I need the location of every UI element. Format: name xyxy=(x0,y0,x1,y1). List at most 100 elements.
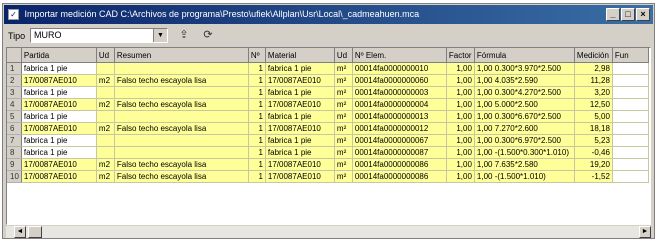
scroll-right-button[interactable]: ► xyxy=(639,226,651,238)
cell-formula[interactable]: 1,00 0.300*3.970*2.500 xyxy=(474,62,575,75)
cell-formula[interactable]: 1,00 4.035*2.590 xyxy=(474,74,575,87)
table-row[interactable]: 6 17/0087AE010 m2 Falso techo escayola lisa… xyxy=(7,122,649,135)
cell-nro[interactable]: 1 xyxy=(248,98,266,111)
table-row[interactable]: 5 fabrica 1 pie 1 fabrica 1 pie m² 00014fa000… xyxy=(7,110,649,123)
cell-fun[interactable] xyxy=(612,170,649,183)
title-bar[interactable]: ✓ Importar medición CAD C:\Archivos de p… xyxy=(4,5,653,24)
cell-partida[interactable]: fabrica 1 pie xyxy=(21,62,97,75)
cell-partida[interactable]: 17/0087AE010 xyxy=(21,122,97,135)
cell-formula[interactable]: 1,00 7.270*2.600 xyxy=(474,122,575,135)
column-header[interactable]: Ud xyxy=(334,48,353,63)
cell-ud2[interactable]: m² xyxy=(334,158,353,171)
cell-fun[interactable] xyxy=(612,134,649,147)
cell-ud2[interactable]: m² xyxy=(334,62,353,75)
table-row[interactable]: 8 fabrica 1 pie 1 fabrica 1 pie m² 00014fa000… xyxy=(7,146,649,159)
cell-ud2[interactable]: m² xyxy=(334,122,353,135)
refresh-icon[interactable]: ⟳ xyxy=(200,28,216,43)
cell-ud2[interactable]: m² xyxy=(334,74,353,87)
cell-factor[interactable]: 1,00 xyxy=(446,134,475,147)
cell-elem[interactable]: 00014fa0000000087 xyxy=(352,146,447,159)
cell-material[interactable]: fabrica 1 pie xyxy=(265,110,335,123)
cell-medicion[interactable]: 12,50 xyxy=(574,98,613,111)
cell-medicion[interactable]: 18,18 xyxy=(574,122,613,135)
cell-fun[interactable] xyxy=(612,74,649,87)
cell-medicion[interactable]: -0,46 xyxy=(574,146,613,159)
cell-nro[interactable]: 1 xyxy=(248,86,266,99)
table-row[interactable]: 10 17/0087AE010 m2 Falso techo escayola lis… xyxy=(7,170,649,183)
cell-material[interactable]: 17/0087AE010 xyxy=(265,98,335,111)
cell-medicion[interactable]: 5,00 xyxy=(574,110,613,123)
cell-resumen[interactable] xyxy=(114,134,249,147)
measurement-grid[interactable]: Partida Ud Resumen Nº Material Ud Nº Ele… xyxy=(6,47,651,225)
table-row[interactable]: 3 fabrica 1 pie 1 fabrica 1 pie m² 00014fa000… xyxy=(7,86,649,99)
cell-medicion[interactable]: 11,28 xyxy=(574,74,613,87)
cell-medicion[interactable]: 5,23 xyxy=(574,134,613,147)
cell-elem[interactable]: 00014fa0000000086 xyxy=(352,158,447,171)
column-header[interactable]: Medición xyxy=(574,48,613,63)
cell-ud2[interactable]: m² xyxy=(334,86,353,99)
cell-ud[interactable]: m2 xyxy=(96,122,115,135)
cell-resumen[interactable]: Falso techo escayola lisa xyxy=(114,74,249,87)
cell-medicion[interactable]: 3,20 xyxy=(574,86,613,99)
table-row[interactable]: 2 17/0087AE010 m2 Falso techo escayola lisa… xyxy=(7,74,649,87)
cell-elem[interactable]: 00014fa0000000067 xyxy=(352,134,447,147)
cell-fun[interactable] xyxy=(612,146,649,159)
cell-factor[interactable]: 1,00 xyxy=(446,122,475,135)
row-number[interactable]: 3 xyxy=(7,86,22,99)
close-button[interactable]: × xyxy=(636,8,650,21)
cell-elem[interactable]: 00014fa0000000003 xyxy=(352,86,447,99)
cell-factor[interactable]: 1,00 xyxy=(446,146,475,159)
row-number[interactable]: 4 xyxy=(7,98,22,111)
cell-partida[interactable]: fabrica 1 pie xyxy=(21,134,97,147)
cell-elem[interactable]: 00014fa0000000060 xyxy=(352,74,447,87)
row-number[interactable]: 10 xyxy=(7,170,22,183)
cell-nro[interactable]: 1 xyxy=(248,110,266,123)
cell-material[interactable]: 17/0087AE010 xyxy=(265,74,335,87)
cell-fun[interactable] xyxy=(612,110,649,123)
cell-nro[interactable]: 1 xyxy=(248,158,266,171)
cell-formula[interactable]: 1,00 0.300*6.670*2.500 xyxy=(474,110,575,123)
cell-ud2[interactable]: m² xyxy=(334,134,353,147)
column-header[interactable]: Nº xyxy=(248,48,266,63)
cell-factor[interactable]: 1,00 xyxy=(446,62,475,75)
row-number[interactable]: 1 xyxy=(7,62,22,75)
cell-ud2[interactable]: m² xyxy=(334,110,353,123)
cell-factor[interactable]: 1,00 xyxy=(446,98,475,111)
cell-elem[interactable]: 00014fa0000000004 xyxy=(352,98,447,111)
cell-medicion[interactable]: -1,52 xyxy=(574,170,613,183)
cell-partida[interactable]: 17/0087AE010 xyxy=(21,158,97,171)
table-row[interactable]: 7 fabrica 1 pie 1 fabrica 1 pie m² 00014fa000… xyxy=(7,134,649,147)
row-number[interactable]: 6 xyxy=(7,122,22,135)
cell-partida[interactable]: 17/0087AE010 xyxy=(21,98,97,111)
table-row[interactable]: 1 fabrica 1 pie 1 fabrica 1 pie m² 00014fa000… xyxy=(7,62,649,75)
cell-partida[interactable]: fabrica 1 pie xyxy=(21,146,97,159)
row-number[interactable]: 7 xyxy=(7,134,22,147)
cell-resumen[interactable] xyxy=(114,62,249,75)
cell-material[interactable]: 17/0087AE010 xyxy=(265,170,335,183)
column-header[interactable]: Partida xyxy=(21,48,97,63)
cell-resumen[interactable] xyxy=(114,86,249,99)
cell-elem[interactable]: 00014fa0000000013 xyxy=(352,110,447,123)
cell-material[interactable]: 17/0087AE010 xyxy=(265,158,335,171)
row-number[interactable]: 2 xyxy=(7,74,22,87)
cell-medicion[interactable]: 2,98 xyxy=(574,62,613,75)
cell-material[interactable]: fabrica 1 pie xyxy=(265,86,335,99)
cell-factor[interactable]: 1,00 xyxy=(446,158,475,171)
cell-ud[interactable]: m2 xyxy=(96,74,115,87)
horizontal-scrollbar[interactable]: ◄ ► xyxy=(6,226,651,238)
restore-button[interactable]: □ xyxy=(621,8,635,21)
column-header[interactable]: Fórmula xyxy=(474,48,575,63)
cell-nro[interactable]: 1 xyxy=(248,146,266,159)
cell-formula[interactable]: 1,00 -(1.500*0.300*1.010) xyxy=(474,146,575,159)
column-header[interactable]: Nº Elem. xyxy=(352,48,447,63)
cell-fun[interactable] xyxy=(612,98,649,111)
cell-elem[interactable]: 00014fa0000000010 xyxy=(352,62,447,75)
cell-fun[interactable] xyxy=(612,122,649,135)
tipo-select[interactable]: MURO ▼ xyxy=(30,28,168,43)
scroll-left-button[interactable]: ◄ xyxy=(14,226,26,238)
column-header[interactable]: Fun xyxy=(612,48,649,63)
cell-elem[interactable]: 00014fa0000000086 xyxy=(352,170,447,183)
cell-formula[interactable]: 1,00 0.300*4.270*2.500 xyxy=(474,86,575,99)
table-row[interactable]: 9 17/0087AE010 m2 Falso techo escayola lisa… xyxy=(7,158,649,171)
cell-medicion[interactable]: 19,20 xyxy=(574,158,613,171)
